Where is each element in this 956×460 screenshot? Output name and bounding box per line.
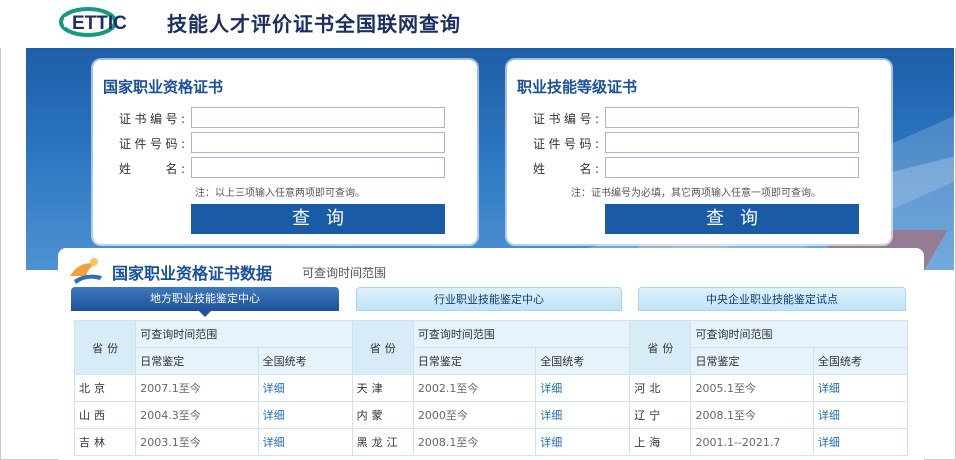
id-number-input[interactable]: [605, 132, 859, 153]
query-hint: 注：证书编号为必填，其它两项输入任意一项即可查询。: [571, 188, 821, 199]
province-header: 省份: [73, 320, 137, 375]
table-row: 吉林 2003.1至今 详细 黑龙江 2008.1至今 详细 上海 2001.1…: [73, 428, 909, 456]
national-header: 全国统考: [812, 347, 909, 375]
province-cell: 河北: [629, 374, 692, 402]
detail-link[interactable]: 详细: [812, 374, 909, 402]
id-number-label: 证件号码:: [533, 137, 599, 151]
name-label: 姓 名:: [119, 162, 185, 176]
province-header: 省份: [629, 320, 692, 375]
id-number-input[interactable]: [191, 132, 445, 153]
range-header: 可查询时间范围: [135, 320, 353, 348]
name-input[interactable]: [191, 157, 445, 178]
panel-title: 职业技能等级证书: [517, 78, 638, 96]
range-header: 可查询时间范围: [412, 320, 631, 348]
daily-header: 日常鉴定: [135, 347, 259, 375]
name-input[interactable]: [605, 157, 859, 178]
detail-link[interactable]: 详细: [257, 401, 353, 429]
province-cell: 内蒙: [351, 401, 414, 429]
tab-central-enterprise[interactable]: 中央企业职业技能鉴定试点: [638, 287, 906, 311]
detail-link[interactable]: 详细: [812, 401, 909, 429]
province-cell: 上海: [629, 428, 692, 456]
cert-number-input[interactable]: [191, 107, 445, 128]
qualification-query-panel: 国家职业资格证书 证书编号: 证件号码: 姓 名: 注：以上三项输入任意两项即可…: [93, 60, 477, 244]
id-number-label: 证件号码:: [119, 137, 185, 151]
daily-header: 日常鉴定: [690, 347, 814, 375]
detail-link[interactable]: 详细: [535, 401, 631, 429]
cert-number-label: 证书编号:: [119, 112, 185, 126]
site-header: ETTIC 技能人才评价证书全国联网查询: [0, 0, 956, 48]
query-hint: 注：以上三项输入任意两项即可查询。: [195, 188, 365, 199]
ettic-logo-icon[interactable]: ETTIC: [58, 6, 160, 38]
detail-link[interactable]: 详细: [257, 374, 353, 402]
province-cell: 北京: [73, 374, 137, 402]
detail-link[interactable]: 详细: [257, 428, 353, 456]
detail-link[interactable]: 详细: [535, 428, 631, 456]
daily-range-cell: 2002.1至今: [412, 374, 537, 402]
daily-range-cell: 2004.3至今: [135, 401, 259, 429]
province-cell: 山西: [73, 401, 137, 429]
daily-range-cell: 2007.1至今: [135, 374, 259, 402]
national-header: 全国统考: [535, 347, 631, 375]
panel-title: 国家职业资格证书: [103, 78, 224, 96]
active-tab-pointer: [199, 311, 211, 317]
province-cell: 吉林: [73, 428, 137, 456]
province-header: 省份: [351, 320, 414, 375]
data-section-title: 国家职业资格证书数据: [112, 264, 273, 283]
province-cell: 天津: [351, 374, 414, 402]
data-section-subtitle: 可查询时间范围: [302, 266, 387, 280]
tab-local-center[interactable]: 地方职业技能鉴定中心: [71, 287, 339, 311]
daily-range-cell: 2001.1--2021.7: [690, 428, 814, 456]
daily-range-cell: 2008.1至今: [690, 401, 814, 429]
detail-link[interactable]: 详细: [812, 428, 909, 456]
certificate-data-icon: [70, 258, 102, 284]
national-header: 全国统考: [257, 347, 353, 375]
daily-header: 日常鉴定: [412, 347, 537, 375]
tab-industry-center[interactable]: 行业职业技能鉴定中心: [356, 287, 622, 311]
province-cell: 黑龙江: [351, 428, 414, 456]
svg-text:ETTIC: ETTIC: [72, 13, 127, 34]
detail-link[interactable]: 详细: [535, 374, 631, 402]
range-header: 可查询时间范围: [690, 320, 908, 348]
cert-number-input[interactable]: [605, 107, 859, 128]
daily-range-cell: 2000至今: [412, 401, 537, 429]
table-row: 北京 2007.1至今 详细 天津 2002.1至今 详细 河北 2005.1至…: [73, 374, 909, 402]
query-range-table: 省份 可查询时间范围 省份 可查询时间范围 省份 可查询时间范围 日常鉴定 全国…: [73, 320, 909, 456]
daily-range-cell: 2008.1至今: [412, 428, 537, 456]
name-label: 姓 名:: [533, 162, 599, 176]
query-button[interactable]: 查询: [605, 204, 859, 234]
site-title: 技能人才评价证书全国联网查询: [167, 12, 461, 36]
province-cell: 辽宁: [629, 401, 692, 429]
cert-number-label: 证书编号:: [533, 112, 599, 126]
daily-range-cell: 2003.1至今: [135, 428, 259, 456]
daily-range-cell: 2005.1至今: [690, 374, 814, 402]
table-row: 山西 2004.3至今 详细 内蒙 2000至今 详细 辽宁 2008.1至今 …: [73, 401, 909, 429]
skill-level-query-panel: 职业技能等级证书 证书编号: 证件号码: 姓 名: 注：证书编号为必填，其它两项…: [507, 60, 891, 244]
query-button[interactable]: 查询: [191, 204, 445, 234]
